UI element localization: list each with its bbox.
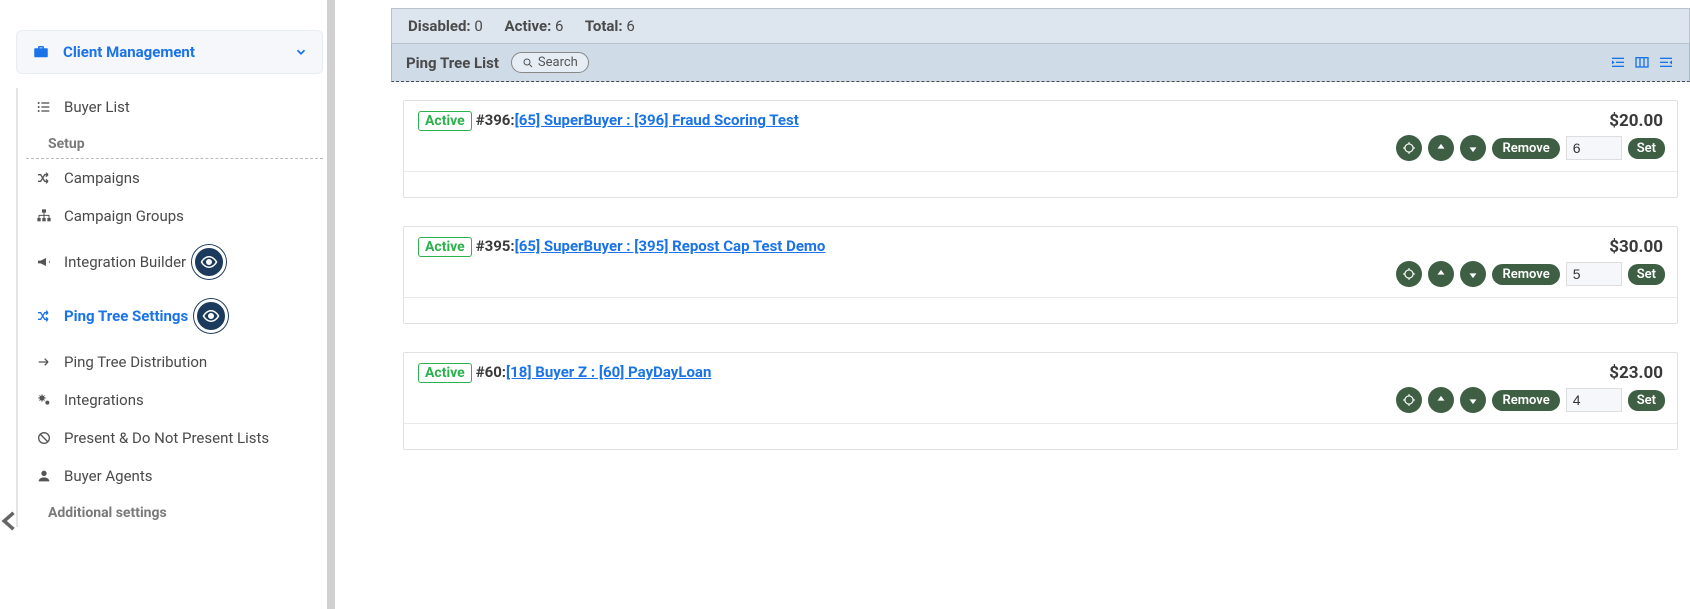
user-icon xyxy=(34,467,54,485)
eye-badge-icon[interactable] xyxy=(194,299,228,333)
set-button[interactable]: Set xyxy=(1628,390,1665,411)
status-badge: Active xyxy=(418,237,472,257)
sidebar-item-label: Buyer Agents xyxy=(64,467,152,485)
remove-button[interactable]: Remove xyxy=(1492,264,1559,285)
item-link[interactable]: [18] Buyer Z : [60] PayDayLoan xyxy=(506,363,711,381)
search-button[interactable]: Search xyxy=(511,52,589,73)
sidebar-item-ping-tree-distribution[interactable]: Ping Tree Distribution xyxy=(26,343,323,381)
list-title: Ping Tree List xyxy=(406,54,499,72)
sidebar-item-label: Present & Do Not Present Lists xyxy=(64,429,269,447)
item-id: #395: xyxy=(476,237,515,255)
move-up-button[interactable] xyxy=(1428,135,1454,161)
briefcase-icon xyxy=(31,43,53,61)
sidebar-nav: Buyer List Setup Campaigns Campaign Grou… xyxy=(16,88,323,527)
ping-tree-list: Active #396: [65] SuperBuyer : [396] Fra… xyxy=(391,82,1690,450)
view-columns-icon[interactable] xyxy=(1633,55,1651,71)
sitemap-icon xyxy=(34,207,54,225)
move-up-button[interactable] xyxy=(1428,387,1454,413)
sidebar-item-campaigns[interactable]: Campaigns xyxy=(26,159,323,197)
sidebar-item-label: Buyer List xyxy=(64,98,130,116)
target-button[interactable] xyxy=(1396,135,1422,161)
move-up-button[interactable] xyxy=(1428,261,1454,287)
sidebar: Client Management Buyer List Setup xyxy=(0,0,335,609)
item-link[interactable]: [65] SuperBuyer : [395] Repost Cap Test … xyxy=(515,237,826,255)
list-header: Ping Tree List Search xyxy=(391,44,1690,82)
item-link[interactable]: [65] SuperBuyer : [396] Fraud Scoring Te… xyxy=(515,111,799,129)
ban-icon xyxy=(34,429,54,447)
card-footer xyxy=(404,297,1677,323)
card-footer xyxy=(404,423,1677,449)
move-down-button[interactable] xyxy=(1460,387,1486,413)
set-button[interactable]: Set xyxy=(1628,264,1665,285)
sidebar-item-label: Campaigns xyxy=(64,169,140,187)
move-down-button[interactable] xyxy=(1460,261,1486,287)
list-icon xyxy=(34,98,54,116)
sidebar-item-label: Ping Tree Settings xyxy=(64,307,188,325)
status-badge: Active xyxy=(418,363,472,383)
bullhorn-icon xyxy=(34,253,54,271)
item-price: $20.00 xyxy=(1609,111,1663,131)
status-total-label: Total: xyxy=(585,17,623,35)
target-button[interactable] xyxy=(1396,261,1422,287)
sidebar-item-label: Ping Tree Distribution xyxy=(64,353,207,371)
status-bar: Disabled: 0 Active: 6 Total: 6 xyxy=(391,8,1690,44)
status-disabled-label: Disabled: xyxy=(408,17,471,35)
sidebar-item-buyer-list[interactable]: Buyer List xyxy=(26,88,323,126)
sidebar-item-buyer-agents[interactable]: Buyer Agents xyxy=(26,457,323,495)
sidebar-item-label: Integrations xyxy=(64,391,144,409)
remove-button[interactable]: Remove xyxy=(1492,138,1559,159)
sidebar-item-ping-tree-settings[interactable]: Ping Tree Settings xyxy=(26,289,323,343)
ping-tree-card: Active #396: [65] SuperBuyer : [396] Fra… xyxy=(403,100,1678,198)
status-disabled-value: 0 xyxy=(474,17,482,35)
move-down-button[interactable] xyxy=(1460,135,1486,161)
status-total-value: 6 xyxy=(626,17,634,35)
sidebar-item-integrations[interactable]: Integrations xyxy=(26,381,323,419)
eye-badge-icon[interactable] xyxy=(192,245,226,279)
status-active-value: 6 xyxy=(555,17,563,35)
sidebar-collapse-button[interactable] xyxy=(0,507,24,535)
order-input[interactable] xyxy=(1566,136,1622,160)
order-input[interactable] xyxy=(1566,262,1622,286)
item-price: $30.00 xyxy=(1609,237,1663,257)
sidebar-item-campaign-groups[interactable]: Campaign Groups xyxy=(26,197,323,235)
arrow-right-icon xyxy=(34,353,54,371)
sidebar-separator-setup: Setup xyxy=(26,130,323,159)
main-content: Disabled: 0 Active: 6 Total: 6 Ping Tree… xyxy=(335,0,1690,609)
sidebar-header-label: Client Management xyxy=(63,43,195,61)
sidebar-item-label: Additional settings xyxy=(48,505,167,521)
sidebar-separator-additional: Additional settings xyxy=(26,499,323,527)
item-id: #60: xyxy=(476,363,506,381)
target-button[interactable] xyxy=(1396,387,1422,413)
search-label: Search xyxy=(538,55,578,70)
item-id: #396: xyxy=(476,111,515,129)
card-footer xyxy=(404,171,1677,197)
status-badge: Active xyxy=(418,111,472,131)
view-outdent-icon[interactable] xyxy=(1657,55,1675,71)
chevron-down-icon xyxy=(294,45,308,59)
ping-tree-card: Active #60: [18] Buyer Z : [60] PayDayLo… xyxy=(403,352,1678,450)
sidebar-item-label: Campaign Groups xyxy=(64,207,184,225)
shuffle-icon xyxy=(34,307,54,325)
sidebar-item-label: Integration Builder xyxy=(64,253,186,271)
status-active-label: Active: xyxy=(505,17,552,35)
order-input[interactable] xyxy=(1566,388,1622,412)
cogs-icon xyxy=(34,391,54,409)
remove-button[interactable]: Remove xyxy=(1492,390,1559,411)
sidebar-item-integration-builder[interactable]: Integration Builder xyxy=(26,235,323,289)
item-price: $23.00 xyxy=(1609,363,1663,383)
sidebar-item-label: Setup xyxy=(48,136,85,152)
set-button[interactable]: Set xyxy=(1628,138,1665,159)
sidebar-item-present-lists[interactable]: Present & Do Not Present Lists xyxy=(26,419,323,457)
view-indent-icon[interactable] xyxy=(1609,55,1627,71)
ping-tree-card: Active #395: [65] SuperBuyer : [395] Rep… xyxy=(403,226,1678,324)
sidebar-header-client-management[interactable]: Client Management xyxy=(16,30,323,74)
shuffle-icon xyxy=(34,169,54,187)
